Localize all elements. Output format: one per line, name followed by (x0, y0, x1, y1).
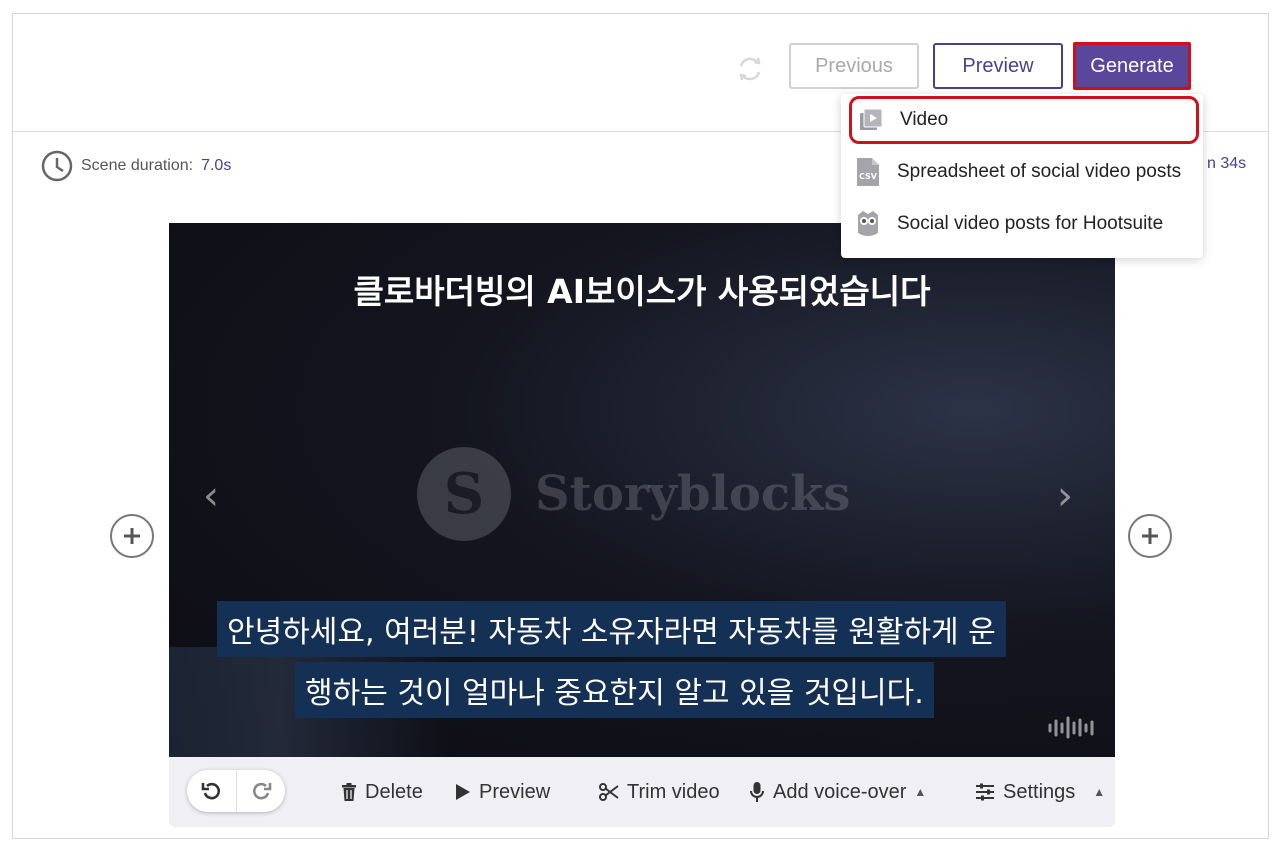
menu-item-label: Spreadsheet of social video posts (897, 161, 1182, 182)
plus-icon (1142, 528, 1158, 544)
undo-redo-group (187, 770, 285, 812)
previous-button[interactable]: Previous (789, 43, 919, 89)
play-icon (455, 782, 471, 802)
duration-label: Scene duration: (81, 157, 194, 174)
storyblocks-watermark: S Storyblocks (417, 447, 850, 541)
duration-value[interactable]: 7.0s (201, 157, 231, 175)
menu-item-hootsuite[interactable]: Social video posts for Hootsuite (849, 200, 1199, 248)
chevron-left-icon[interactable]: ‹ (203, 473, 219, 519)
hootsuite-owl-icon (855, 210, 881, 238)
clock-icon (41, 150, 73, 182)
video-preview[interactable]: 클로바더빙의 AI보이스가 사용되었습니다 S Storyblocks ‹ › … (169, 223, 1115, 757)
sliders-icon (975, 783, 995, 801)
caret-up-icon: ▲ (914, 785, 927, 799)
add-scene-after-button[interactable] (1128, 514, 1172, 558)
plus-icon (124, 528, 140, 544)
watermark-text: Storyblocks (535, 466, 851, 522)
audio-wave-icon (1048, 716, 1094, 739)
scene-preview-button[interactable]: Preview (455, 779, 550, 805)
storyblocks-logo-icon: S (417, 447, 511, 541)
menu-item-spreadsheet[interactable]: CSV Spreadsheet of social video posts (849, 148, 1199, 196)
scene-toolbar: Delete Preview Trim video Add voice-over… (169, 757, 1115, 827)
scene-duration: Scene duration: 7.0s (41, 150, 231, 182)
menu-item-video[interactable]: Video (849, 96, 1199, 144)
delete-button[interactable]: Delete (341, 779, 423, 805)
video-play-icon (858, 106, 884, 134)
caret-up-icon: ▲ (1093, 785, 1106, 799)
delete-label: Delete (365, 780, 423, 803)
csv-file-icon: CSV (855, 158, 881, 186)
redo-icon (253, 782, 272, 800)
svg-text:CSV: CSV (859, 172, 878, 181)
trim-video-button[interactable]: Trim video (599, 779, 720, 805)
refresh-icon[interactable] (735, 54, 765, 84)
generate-menu: Video CSV Spreadsheet of social video po… (841, 94, 1203, 258)
add-voice-over-label: Add voice-over (773, 780, 907, 803)
microphone-icon (749, 781, 765, 803)
chevron-right-icon[interactable]: › (1057, 473, 1073, 519)
video-title-overlay: 클로바더빙의 AI보이스가 사용되었습니다 (353, 272, 931, 311)
subtitle-line-2: 행하는 것이 얼마나 중요한지 알고 있을 것입니다. (295, 662, 934, 718)
menu-item-label: Social video posts for Hootsuite (897, 213, 1164, 234)
scissors-icon (599, 783, 619, 801)
generate-button[interactable]: Generate (1073, 42, 1191, 90)
total-duration: n 34s (1207, 155, 1247, 172)
redo-button[interactable] (236, 770, 285, 812)
undo-icon (201, 782, 220, 800)
settings-label: Settings (1003, 780, 1076, 803)
editor-frame: Previous Preview Generate Video CSV Spre… (12, 13, 1269, 839)
scene-preview-label: Preview (479, 780, 551, 803)
trash-icon (341, 783, 357, 801)
add-scene-before-button[interactable] (110, 514, 154, 558)
subtitle-line-1: 안녕하세요, 여러분! 자동차 소유자라면 자동차를 원활하게 운 (217, 601, 1006, 657)
preview-button[interactable]: Preview (933, 43, 1063, 89)
trim-video-label: Trim video (627, 780, 720, 803)
settings-button[interactable]: Settings ▲ (975, 779, 1105, 805)
menu-item-label: Video (900, 109, 949, 130)
undo-button[interactable] (187, 770, 236, 812)
add-voice-over-button[interactable]: Add voice-over ▲ (749, 779, 926, 805)
